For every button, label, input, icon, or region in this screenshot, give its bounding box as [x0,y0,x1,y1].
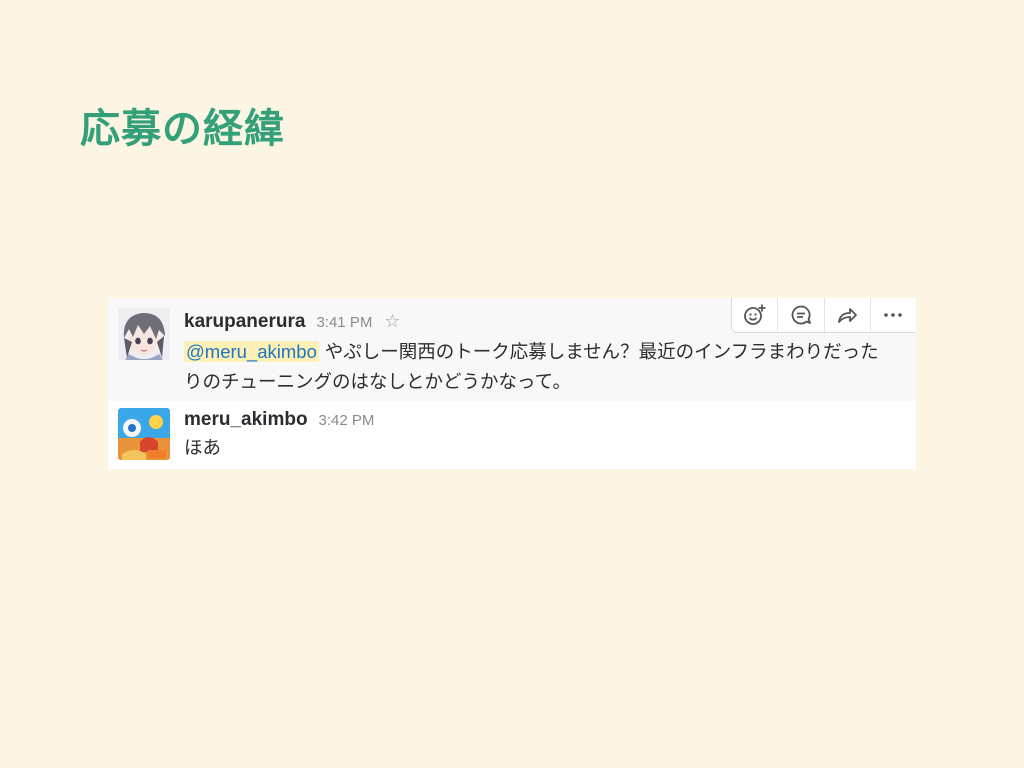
username[interactable]: meru_akimbo [184,409,308,431]
timestamp[interactable]: 3:42 PM [319,412,375,429]
more-actions-button[interactable] [869,298,916,332]
message-header: meru_akimbo 3:42 PM [184,409,374,431]
message-header: karupanerura 3:41 PM ☆ [184,311,400,333]
message-actions-toolbar [731,298,916,333]
avatar-meru-akimbo[interactable] [118,408,170,460]
share-message-button[interactable] [823,298,870,332]
reply-thread-icon [791,305,811,325]
user-mention[interactable]: @meru_akimbo [184,341,319,362]
slide-title: 応募の経緯 [80,106,285,152]
more-actions-icon [884,313,903,317]
avatar-karupanerura[interactable] [118,308,170,360]
reply-thread-button[interactable] [777,298,823,332]
star-icon[interactable]: ☆ [384,311,400,332]
message-karupanerura[interactable]: karupanerura 3:41 PM ☆ @meru_akimbo やぷしー… [108,298,916,401]
message-meru-akimbo[interactable]: meru_akimbo 3:42 PM ほあ [108,401,916,469]
timestamp[interactable]: 3:41 PM [316,314,372,331]
chat-screenshot: karupanerura 3:41 PM ☆ @meru_akimbo やぷしー… [108,298,916,469]
share-message-icon [838,308,858,323]
message-text: @meru_akimbo やぷしー関西のトーク応募しません？最近のインフラまわり… [184,337,896,398]
add-reaction-icon [743,304,766,325]
add-reaction-button[interactable] [732,298,777,332]
username[interactable]: karupanerura [184,311,305,333]
message-text: ほあ [184,438,222,459]
